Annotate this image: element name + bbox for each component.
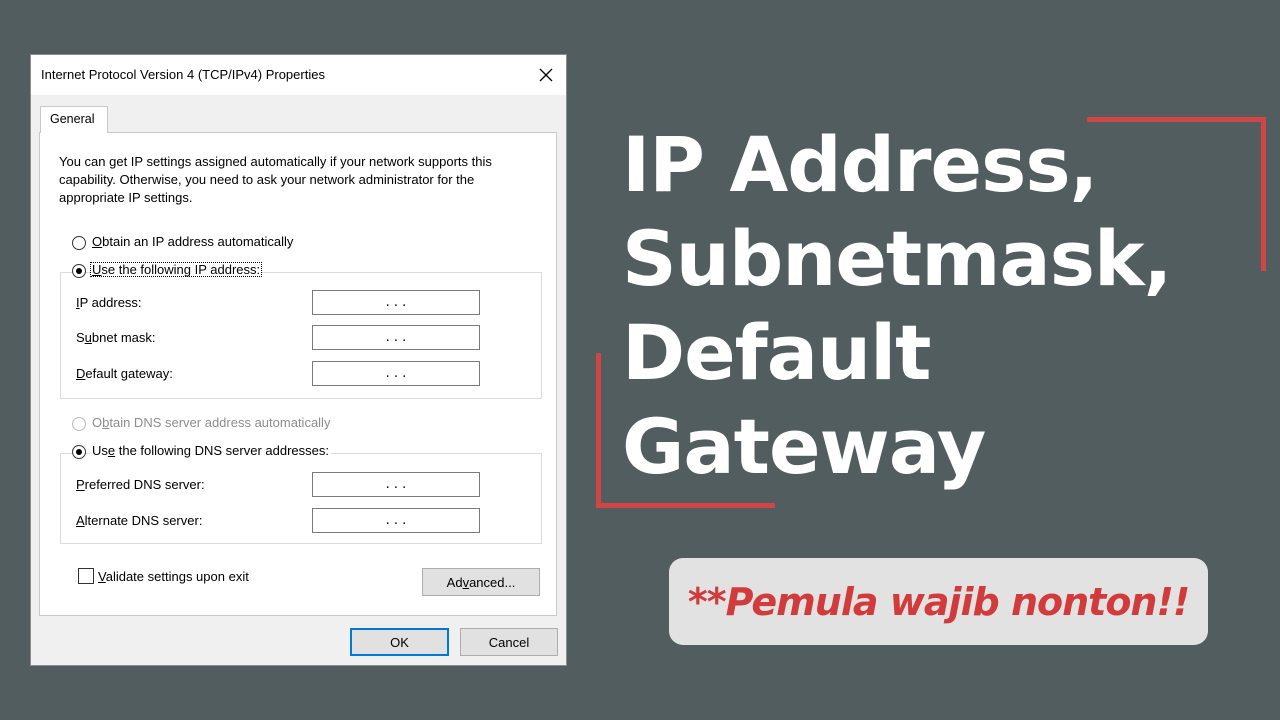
validate-settings-checkbox[interactable]	[78, 568, 94, 584]
default-gateway-value: . . .	[385, 366, 407, 381]
subnet-mask-label: Subnet mask:	[76, 330, 156, 345]
obtain-dns-automatically-radio[interactable]	[72, 417, 86, 431]
headline-line-4: Gateway	[622, 402, 986, 491]
general-panel: You can get IP settings assigned automat…	[39, 132, 557, 616]
obtain-dns-automatically-label[interactable]: Obtain DNS server address automatically	[92, 415, 330, 430]
close-icon	[539, 68, 553, 82]
window-title: Internet Protocol Version 4 (TCP/IPv4) P…	[41, 67, 325, 82]
callout-pill: **Pemula wajib nonton!!	[669, 558, 1208, 645]
use-following-ip-radio[interactable]	[72, 264, 86, 278]
subnet-mask-value: . . .	[385, 330, 407, 345]
close-button[interactable]	[526, 55, 566, 95]
alternate-dns-input[interactable]: . . .	[312, 508, 480, 533]
headline-line-1: IP Address,	[622, 120, 1098, 209]
description-text: You can get IP settings assigned automat…	[59, 154, 492, 205]
alternate-dns-label: Alternate DNS server:	[76, 513, 203, 528]
use-following-ip-label[interactable]: Use the following IP address:	[90, 262, 263, 277]
obtain-ip-automatically-radio[interactable]	[72, 236, 86, 250]
use-following-dns-radio[interactable]	[72, 445, 86, 459]
default-gateway-input[interactable]: . . .	[312, 361, 480, 386]
preferred-dns-value: . . .	[385, 477, 407, 492]
ok-button[interactable]: OK	[350, 628, 449, 656]
validate-settings-label[interactable]: Validate settings upon exit	[98, 569, 249, 584]
ip-address-input[interactable]: . . .	[312, 290, 480, 315]
ip-address-label: IP address:	[76, 295, 142, 310]
title-bar[interactable]: Internet Protocol Version 4 (TCP/IPv4) P…	[31, 55, 566, 95]
preferred-dns-label: Preferred DNS server:	[76, 477, 205, 492]
preferred-dns-input[interactable]: . . .	[312, 472, 480, 497]
advanced-button[interactable]: Ad v anced...	[422, 568, 540, 596]
subnet-mask-input[interactable]: . . .	[312, 325, 480, 350]
headline: IP Address, Subnetmask, Default Gateway	[622, 118, 1172, 494]
use-following-dns-label[interactable]: Use the following DNS server addresses:	[90, 443, 331, 458]
headline-line-2: Subnetmask,	[622, 214, 1172, 303]
cancel-button[interactable]: Cancel	[460, 628, 558, 656]
alternate-dns-value: . . .	[385, 513, 407, 528]
bottom-left-bracket-vertical	[596, 353, 601, 508]
callout-text: **Pemula wajib nonton!!	[687, 579, 1190, 624]
obtain-ip-automatically-label[interactable]: Obtain an IP address automatically	[92, 234, 293, 249]
bottom-left-bracket-horizontal	[596, 503, 775, 508]
default-gateway-label: Default gateway:	[76, 366, 173, 381]
ipv4-properties-dialog: Internet Protocol Version 4 (TCP/IPv4) P…	[30, 54, 567, 666]
tab-general[interactable]: General	[40, 106, 108, 133]
top-right-bracket-vertical	[1261, 117, 1266, 271]
ip-address-value: . . .	[385, 295, 407, 310]
headline-line-3: Default	[622, 308, 931, 397]
